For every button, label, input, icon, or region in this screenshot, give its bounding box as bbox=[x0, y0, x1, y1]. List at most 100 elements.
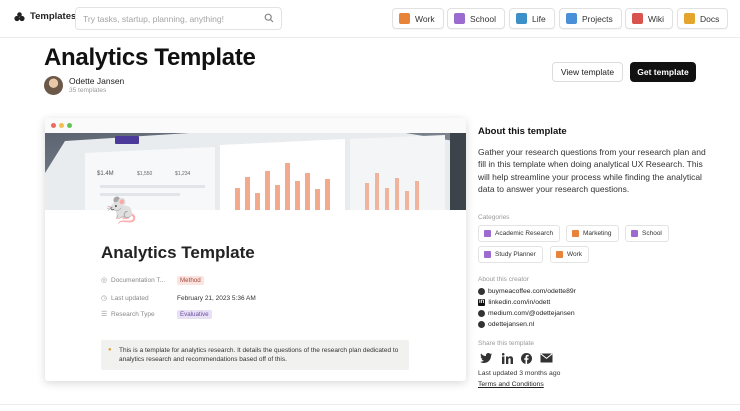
minimize-dot-icon bbox=[59, 123, 64, 128]
template-preview[interactable]: $1.4M $1,550 $1,234 🐁 Analytics Template… bbox=[45, 118, 466, 381]
nav-pill-life[interactable]: Life bbox=[509, 8, 555, 29]
graduation-cap-icon bbox=[631, 230, 638, 237]
author-template-count: 35 templates bbox=[69, 87, 107, 94]
nav-pill-label: School bbox=[470, 13, 496, 24]
property-row: ☰ Research Type Evaluative bbox=[101, 308, 212, 320]
property-row: ◎ Documentation T... Method bbox=[101, 274, 204, 286]
property-name: Research Type bbox=[111, 310, 155, 318]
templates-home-label: Templates bbox=[30, 11, 77, 22]
cover-figure: $1,550 bbox=[137, 171, 153, 177]
clock-icon: ◷ bbox=[101, 295, 108, 302]
creator-link-text[interactable]: linkedin.com/in/odett bbox=[488, 299, 550, 306]
terms-link[interactable]: Terms and Conditions bbox=[478, 381, 544, 388]
mail-icon bbox=[539, 353, 553, 363]
cover-figure: $1.4M bbox=[97, 171, 114, 177]
linkedin-icon bbox=[501, 352, 513, 364]
templates-home-link[interactable]: Templates bbox=[14, 11, 76, 22]
share-facebook-button[interactable] bbox=[519, 351, 533, 365]
category-chip-marketing[interactable]: Marketing bbox=[566, 225, 619, 242]
maximize-dot-icon bbox=[67, 123, 72, 128]
globe-icon bbox=[478, 320, 485, 328]
author-info[interactable]: Odette Jansen 35 templates bbox=[44, 76, 124, 96]
creator-link-text[interactable]: buymeacoffee.com/odette89r bbox=[488, 288, 576, 295]
nav-pill-work[interactable]: Work bbox=[392, 8, 444, 29]
lightbulb-icon: ● bbox=[108, 347, 112, 353]
nav-pill-docs[interactable]: Docs bbox=[677, 8, 729, 29]
building-icon bbox=[632, 13, 643, 24]
property-name: Documentation T... bbox=[111, 276, 166, 284]
cover-figure: $1,234 bbox=[175, 171, 191, 177]
facebook-icon bbox=[520, 352, 532, 364]
bookmark-icon bbox=[484, 251, 491, 258]
method-tag: Method bbox=[177, 275, 204, 285]
window-chrome bbox=[45, 118, 466, 133]
category-chip-academic-research[interactable]: Academic Research bbox=[478, 225, 561, 242]
nav-pill-wiki[interactable]: Wiki bbox=[625, 8, 674, 29]
briefcase-icon bbox=[556, 251, 563, 258]
document-icon bbox=[684, 13, 695, 24]
get-template-button[interactable]: Get template bbox=[630, 62, 696, 82]
callout-text: This is a template for analytics researc… bbox=[119, 347, 399, 363]
twitter-icon bbox=[480, 353, 492, 363]
property-value: February 21, 2023 5:36 AM bbox=[177, 294, 256, 302]
category-chip-study-planner[interactable]: Study Planner bbox=[478, 246, 543, 263]
calendar-icon bbox=[566, 13, 577, 24]
author-name[interactable]: Odette Jansen bbox=[69, 76, 124, 86]
creator-link-buymeacoffee[interactable]: buymeacoffee.com/odette89r bbox=[478, 286, 576, 296]
nav-pill-school[interactable]: School bbox=[447, 8, 505, 29]
megaphone-icon bbox=[572, 230, 579, 237]
graduation-cap-icon bbox=[454, 13, 465, 24]
search-box[interactable] bbox=[75, 7, 282, 30]
evaluative-tag: Evaluative bbox=[177, 309, 212, 319]
category-chip-school[interactable]: School bbox=[625, 225, 669, 242]
category-chip-work[interactable]: Work bbox=[550, 246, 590, 263]
avatar[interactable] bbox=[44, 76, 63, 95]
select-property-icon: ◎ bbox=[101, 277, 108, 284]
graduation-cap-icon bbox=[484, 230, 491, 237]
share-twitter-button[interactable] bbox=[479, 351, 493, 365]
nav-pill-label: Wiki bbox=[648, 13, 665, 24]
share-label: Share this template bbox=[478, 340, 535, 347]
briefcase-icon bbox=[399, 13, 410, 24]
creator-link-website[interactable]: odettejansen.nl bbox=[478, 319, 534, 329]
category-label: Academic Research bbox=[495, 230, 554, 237]
nav-pill-label: Work bbox=[415, 13, 435, 24]
nav-pill-label: Life bbox=[532, 13, 546, 24]
category-label: Marketing bbox=[583, 230, 612, 237]
category-label: School bbox=[642, 230, 662, 237]
callout-block: ● This is a template for analytics resea… bbox=[101, 340, 409, 370]
creator-link-medium[interactable]: medium.com/@odettejansen bbox=[478, 308, 575, 318]
about-heading: About this template bbox=[478, 126, 567, 137]
creator-link-text[interactable]: medium.com/@odettejansen bbox=[488, 310, 575, 317]
share-linkedin-button[interactable] bbox=[500, 351, 514, 365]
person-icon bbox=[516, 13, 527, 24]
mouse-emoji-icon: 🐁 bbox=[103, 192, 141, 225]
page-title: Analytics Template bbox=[44, 44, 256, 71]
property-name: Last updated bbox=[111, 294, 149, 302]
preview-page-title: Analytics Template bbox=[101, 243, 255, 262]
globe-icon bbox=[478, 287, 485, 295]
search-input[interactable] bbox=[76, 8, 254, 29]
last-updated-text: Last updated 3 months ago bbox=[478, 370, 561, 377]
category-label: Work bbox=[567, 251, 583, 258]
search-icon[interactable] bbox=[264, 13, 274, 23]
top-navigation-bar: Templates Work School Life Projects Wiki… bbox=[0, 0, 740, 38]
category-label: Study Planner bbox=[495, 251, 536, 258]
view-template-button[interactable]: View template bbox=[552, 62, 623, 82]
creator-link-linkedin[interactable]: in linkedin.com/in/odett bbox=[478, 297, 550, 307]
creator-link-text[interactable]: odettejansen.nl bbox=[488, 321, 534, 328]
close-dot-icon bbox=[51, 123, 56, 128]
property-row: ◷ Last updated February 21, 2023 5:36 AM bbox=[101, 292, 256, 304]
globe-icon bbox=[478, 309, 485, 317]
linkedin-icon: in bbox=[478, 298, 486, 306]
nav-pill-label: Projects bbox=[582, 13, 613, 24]
nav-pill-projects[interactable]: Projects bbox=[559, 8, 622, 29]
list-icon: ☰ bbox=[101, 311, 108, 318]
nav-pill-label: Docs bbox=[700, 13, 720, 24]
categories-label: Categories bbox=[478, 214, 510, 221]
notion-templates-icon bbox=[14, 11, 25, 21]
creator-label: About this creator bbox=[478, 276, 529, 283]
divider bbox=[0, 404, 740, 405]
share-email-button[interactable] bbox=[539, 351, 553, 365]
about-description: Gather your research questions from your… bbox=[478, 147, 706, 194]
